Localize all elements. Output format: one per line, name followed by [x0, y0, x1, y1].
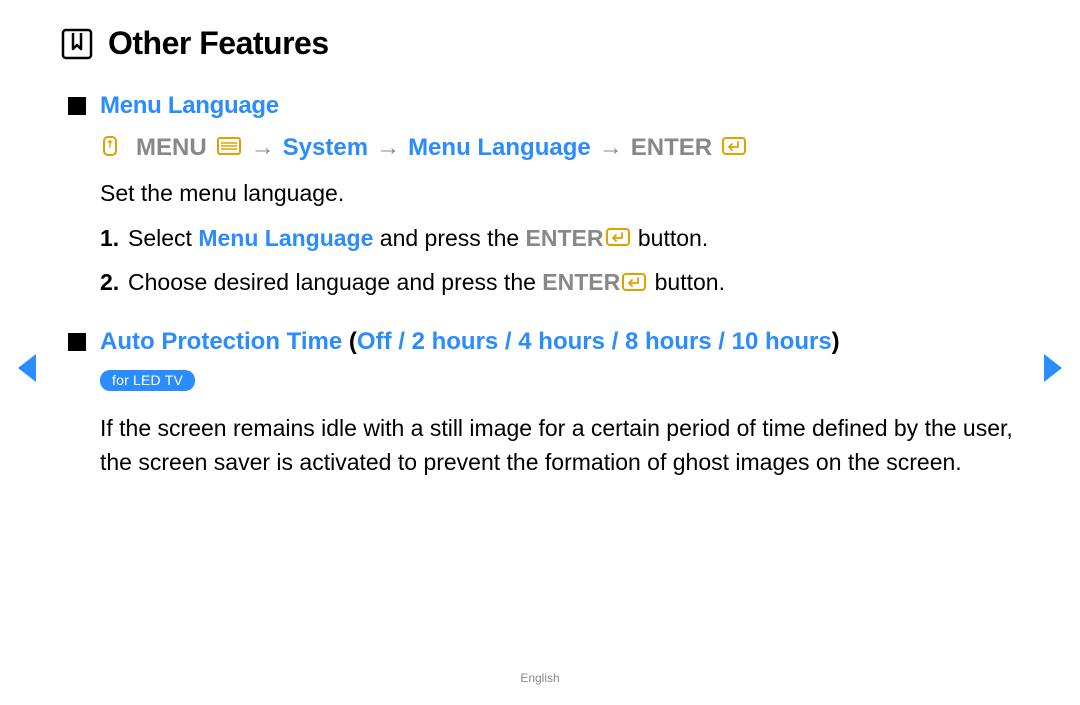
apt-close: )	[832, 328, 840, 355]
apt-heading: Auto Protection Time	[100, 328, 342, 355]
section-bullet-icon	[68, 97, 86, 115]
nav-system: System	[283, 134, 368, 162]
remote-icon	[100, 135, 128, 157]
menu-navigation-path: MENU → System → Menu Language → ENTER	[100, 134, 1020, 162]
enter-icon	[620, 271, 648, 293]
bookmark-icon	[60, 27, 94, 61]
section-heading-auto-protection: Auto Protection Time (Off / 2 hours / 4 …	[100, 328, 1020, 356]
nav-arrow-3: →	[599, 134, 623, 162]
step-number: 1.	[100, 221, 122, 256]
step-number: 2.	[100, 265, 122, 300]
section-heading-menu-language: Menu Language	[100, 92, 1020, 120]
step-enter: ENTER	[526, 225, 604, 251]
step-text: Choose desired language and press the	[128, 269, 542, 295]
apt-open: (	[342, 328, 357, 355]
step-text: button.	[632, 225, 709, 251]
nav-arrow-2: →	[376, 134, 400, 162]
step-text: and press the	[373, 225, 525, 251]
menu-list-icon	[215, 135, 243, 157]
step-text: button.	[648, 269, 725, 295]
prev-page-button[interactable]	[12, 350, 42, 391]
footer-language: English	[0, 671, 1080, 685]
step-2: 2. Choose desired language and press the…	[100, 265, 1020, 300]
led-tv-badge: for LED TV	[100, 370, 195, 391]
nav-menu-label: MENU	[136, 134, 207, 162]
nav-enter: ENTER	[631, 134, 712, 162]
next-page-button[interactable]	[1038, 350, 1068, 391]
nav-menu-language: Menu Language	[408, 134, 591, 162]
menu-language-description: Set the menu language.	[100, 176, 1020, 211]
enter-icon	[720, 135, 748, 157]
section-bullet-icon	[68, 333, 86, 351]
nav-arrow-1: →	[251, 134, 275, 162]
step-enter: ENTER	[542, 269, 620, 295]
auto-protection-body: If the screen remains idle with a still …	[100, 411, 1020, 480]
step-highlight: Menu Language	[198, 225, 373, 251]
step-1: 1. Select Menu Language and press the EN…	[100, 221, 1020, 256]
step-text: Select	[128, 225, 198, 251]
apt-options: Off / 2 hours / 4 hours / 8 hours / 10 h…	[357, 328, 832, 355]
page-title: Other Features	[108, 25, 329, 62]
enter-icon	[604, 226, 632, 248]
